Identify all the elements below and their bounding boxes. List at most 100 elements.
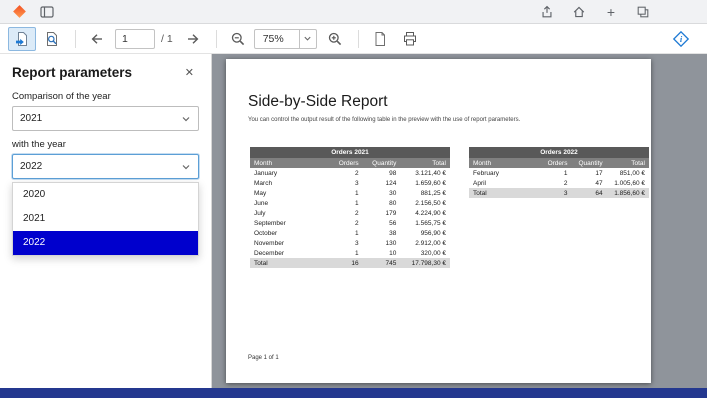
next-page-button[interactable]	[179, 27, 207, 51]
table-row: November31302.912,00 €	[250, 238, 450, 248]
column-header: Quantity	[571, 158, 606, 168]
table-total-cell: Total	[250, 258, 330, 268]
table-total-cell: 3	[541, 188, 571, 198]
param2-label: with the year	[12, 139, 199, 150]
dropdown-option-2020[interactable]: 2020	[13, 183, 198, 207]
table-cell: 2.912,00 €	[400, 238, 450, 248]
toolbar-separator	[358, 30, 359, 48]
table-cell: 1	[330, 228, 363, 238]
table-total-row: Total1674517.798,30 €	[250, 258, 450, 268]
column-header: Total	[607, 158, 649, 168]
dropdown-option-2022[interactable]: 2022	[13, 231, 198, 255]
table-row: March31241.659,60 €	[250, 178, 450, 188]
table-header-row: MonthOrdersQuantityTotal	[250, 158, 450, 168]
table-cell: 4.224,90 €	[400, 208, 450, 218]
table-cell: July	[250, 208, 330, 218]
export-icon	[14, 31, 30, 47]
zoom-value-label: 75%	[263, 33, 284, 45]
param1-select[interactable]: 2021	[12, 106, 199, 131]
table-cell: 2	[330, 218, 363, 228]
table-cell: March	[250, 178, 330, 188]
table-total-cell: 1.856,60 €	[607, 188, 649, 198]
table-cell: 881,25 €	[400, 188, 450, 198]
table-cell: November	[250, 238, 330, 248]
info-icon: i	[672, 30, 690, 48]
info-button[interactable]: i	[667, 27, 695, 51]
table-title: Orders 2022	[469, 147, 649, 158]
table-cell: May	[250, 188, 330, 198]
print-button[interactable]	[396, 27, 424, 51]
zoom-dropdown-button[interactable]	[300, 29, 317, 49]
toolbar-right: i	[667, 24, 697, 54]
param1-value: 2021	[20, 113, 42, 124]
document-preview-area[interactable]: Side-by-Side Report You can control the …	[212, 54, 707, 388]
chevron-down-icon	[181, 114, 191, 124]
table-cell: 1.659,60 €	[400, 178, 450, 188]
app-logo-icon	[10, 3, 28, 21]
dropdown-option-2021[interactable]: 2021	[13, 207, 198, 231]
share-icon[interactable]	[538, 3, 556, 21]
table-cell: April	[469, 178, 541, 188]
parameters-header: Report parameters ✕	[12, 64, 199, 81]
column-header: Total	[400, 158, 450, 168]
prev-page-button[interactable]	[83, 27, 111, 51]
export-button[interactable]	[8, 27, 36, 51]
table-row: May130881,25 €	[250, 188, 450, 198]
table-cell: 38	[363, 228, 401, 238]
viewer-toolbar: / 1 75%	[0, 24, 707, 54]
prev-page-icon	[89, 31, 105, 47]
table-cell: 2.156,50 €	[400, 198, 450, 208]
table-row: July21794.224,90 €	[250, 208, 450, 218]
table-cell: 80	[363, 198, 401, 208]
table-cell: 3	[330, 238, 363, 248]
close-panel-button[interactable]: ✕	[180, 64, 199, 81]
table-cell: 2	[330, 168, 363, 178]
table-cell: 1	[541, 168, 571, 178]
table-cell: 56	[363, 218, 401, 228]
table-header-row: MonthOrdersQuantityTotal	[469, 158, 649, 168]
table-cell: 3.121,40 €	[400, 168, 450, 178]
orders-2021-table: Orders 2021MonthOrdersQuantityTotalJanua…	[250, 147, 450, 268]
table-cell: September	[250, 218, 330, 228]
param1-label: Comparison of the year	[12, 91, 199, 102]
fit-page-button[interactable]	[366, 27, 394, 51]
table-cell: 130	[363, 238, 401, 248]
zoom-in-icon	[327, 31, 343, 47]
table-cell: 1	[330, 248, 363, 258]
table-cell: 1.005,60 €	[607, 178, 649, 188]
table-cell: 10	[363, 248, 401, 258]
copy-icon[interactable]	[634, 3, 652, 21]
table-cell: 30	[363, 188, 401, 198]
column-header: Quantity	[363, 158, 401, 168]
page-count-label: / 1	[161, 33, 173, 45]
zoom-out-button[interactable]	[224, 27, 252, 51]
fit-page-icon	[372, 31, 388, 47]
table-row: December110320,00 €	[250, 248, 450, 258]
param2-select[interactable]: 2022	[12, 154, 199, 179]
table-total-row: Total3641.856,60 €	[469, 188, 649, 198]
table-cell: 179	[363, 208, 401, 218]
table-cell: 124	[363, 178, 401, 188]
browser-chrome-bar: +	[0, 0, 707, 24]
home-icon[interactable]	[570, 3, 588, 21]
table-total-cell: 17.798,30 €	[400, 258, 450, 268]
search-button[interactable]	[38, 27, 66, 51]
content-area: Report parameters ✕ Comparison of the ye…	[0, 54, 707, 388]
year-dropdown-list: 2020 2021 2022	[12, 182, 199, 256]
zoom-in-button[interactable]	[321, 27, 349, 51]
column-header: Month	[250, 158, 330, 168]
table-cell: 851,00 €	[607, 168, 649, 178]
chevron-down-icon	[303, 34, 312, 43]
table-cell: 1	[330, 198, 363, 208]
table-cell: 1.565,75 €	[400, 218, 450, 228]
table-cell: December	[250, 248, 330, 258]
report-title: Side-by-Side Report	[248, 93, 651, 111]
table-cell: 47	[571, 178, 606, 188]
new-tab-icon[interactable]: +	[602, 3, 620, 21]
table-total-cell: Total	[469, 188, 541, 198]
page-number-input[interactable]	[115, 29, 155, 49]
window-icon[interactable]	[38, 3, 56, 21]
zoom-value-box[interactable]: 75%	[254, 29, 300, 49]
table-cell: 2	[541, 178, 571, 188]
table-cell: February	[469, 168, 541, 178]
